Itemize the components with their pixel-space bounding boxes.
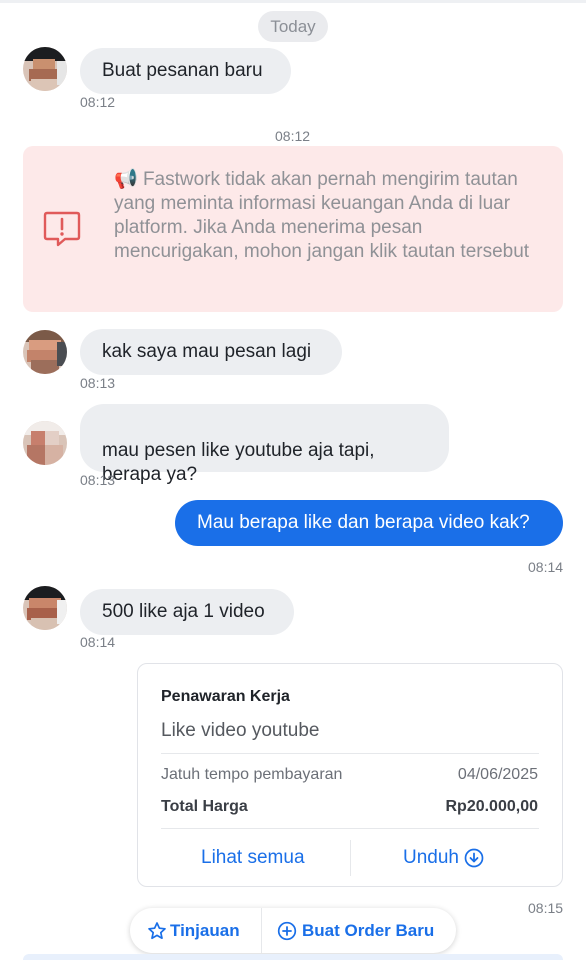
message-text: Mau berapa like dan berapa video kak? bbox=[197, 512, 530, 533]
message-time: 08:15 bbox=[528, 900, 564, 916]
message-time: 08:14 bbox=[80, 634, 116, 650]
security-warning-banner: 📢 Fastwork tidak akan pernah mengirim ta… bbox=[23, 146, 563, 312]
plus-circle-icon bbox=[277, 921, 297, 941]
top-divider bbox=[0, 0, 586, 3]
avatar[interactable] bbox=[23, 586, 67, 630]
star-icon bbox=[147, 921, 167, 941]
offer-job-name: Like video youtube bbox=[161, 720, 320, 741]
message-time: 08:13 bbox=[80, 472, 116, 488]
message-time: 08:13 bbox=[80, 375, 116, 391]
new-order-label: Buat Order Baru bbox=[302, 920, 435, 940]
divider bbox=[350, 840, 351, 876]
due-date-value: 04/06/2025 bbox=[457, 766, 538, 783]
megaphone-icon: 📢 bbox=[114, 169, 138, 190]
composer-edge bbox=[23, 954, 563, 960]
system-message-time: 08:12 bbox=[275, 128, 311, 144]
divider bbox=[161, 753, 539, 754]
message-time: 08:14 bbox=[528, 559, 564, 575]
job-offer-card[interactable]: Penawaran Kerja Like video youtube Jatuh… bbox=[137, 663, 563, 887]
offer-title: Penawaran Kerja bbox=[161, 688, 290, 705]
divider bbox=[161, 828, 539, 829]
message-bubble[interactable]: mau pesen like youtube aja tapi, berapa … bbox=[80, 404, 449, 485]
avatar[interactable] bbox=[23, 47, 67, 91]
message-text: Buat pesanan baru bbox=[102, 60, 263, 81]
review-button[interactable]: Tinjauan bbox=[147, 908, 240, 953]
warning-text: 📢 Fastwork tidak akan pernah mengirim ta… bbox=[114, 168, 544, 264]
view-all-link[interactable]: Lihat semua bbox=[201, 847, 305, 869]
message-time: 08:12 bbox=[80, 94, 116, 110]
message-bubble[interactable]: kak saya mau pesan lagi bbox=[80, 329, 342, 375]
download-button[interactable]: Unduh bbox=[403, 847, 484, 869]
message-text: 500 like aja 1 video bbox=[102, 601, 265, 622]
avatar[interactable] bbox=[23, 421, 67, 465]
message-bubble-outgoing[interactable]: Mau berapa like dan berapa video kak? bbox=[175, 500, 563, 546]
download-label: Unduh bbox=[403, 847, 459, 868]
new-order-button[interactable]: Buat Order Baru bbox=[277, 908, 434, 953]
due-date-label: Jatuh tempo pembayaran bbox=[161, 766, 343, 783]
alert-icon bbox=[43, 210, 81, 248]
date-separator: Today bbox=[258, 11, 328, 42]
message-text: mau pesen like youtube aja tapi, berapa … bbox=[102, 440, 375, 485]
avatar[interactable] bbox=[23, 330, 67, 374]
download-icon bbox=[464, 848, 484, 868]
message-bubble[interactable]: Buat pesanan baru bbox=[80, 48, 291, 94]
warning-message: Fastwork tidak akan pernah mengirim taut… bbox=[114, 169, 530, 262]
total-price-label: Total Harga bbox=[161, 798, 248, 815]
quick-actions-bar: Tinjauan Buat Order Baru bbox=[130, 908, 456, 953]
message-text: kak saya mau pesan lagi bbox=[102, 341, 312, 362]
review-label: Tinjauan bbox=[170, 920, 240, 940]
total-price-value: Rp20.000,00 bbox=[445, 798, 538, 815]
message-bubble[interactable]: 500 like aja 1 video bbox=[80, 589, 294, 635]
divider bbox=[261, 908, 262, 953]
